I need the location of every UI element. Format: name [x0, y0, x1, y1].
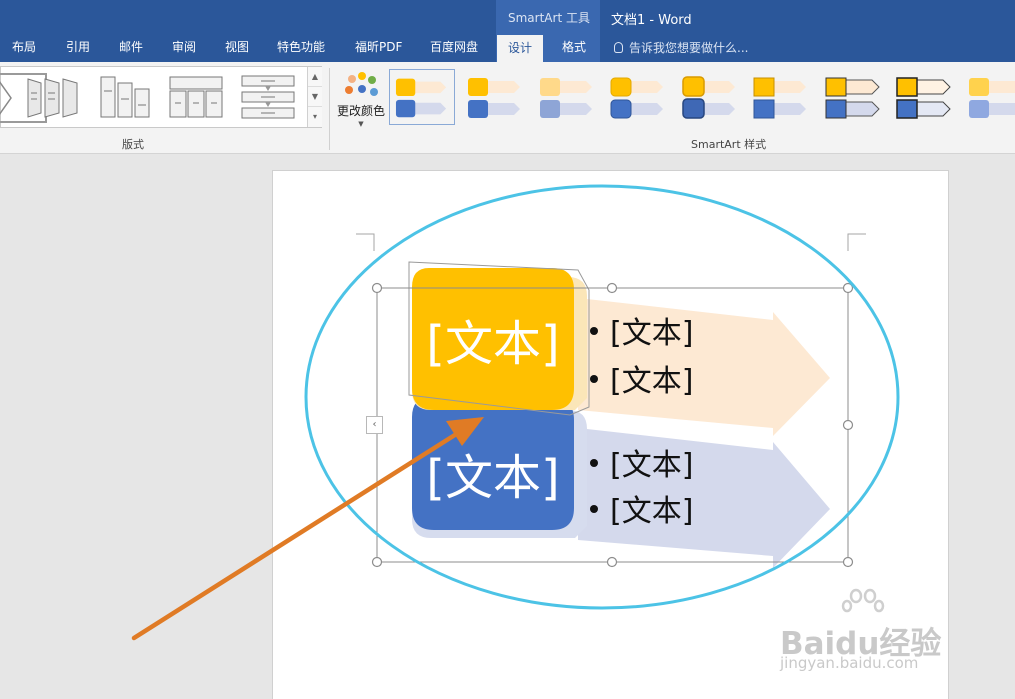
watermark-sub-text: jingyan.baidu.com	[780, 654, 919, 672]
style-thumb-5[interactable]	[677, 69, 743, 125]
layout-thumb-5[interactable]	[239, 73, 297, 123]
tab-baidu-netdisk[interactable]: 百度网盘	[430, 38, 478, 55]
smartart-bullet[interactable]: [文本]	[590, 308, 693, 352]
resize-handle-right[interactable]	[842, 419, 854, 431]
style-thumb-1[interactable]	[389, 69, 455, 125]
color-palette-icon	[341, 70, 381, 100]
resize-handle-top-left[interactable]	[371, 282, 383, 294]
tab-mailings[interactable]: 邮件	[119, 38, 143, 55]
tab-design[interactable]: 设计	[497, 35, 544, 62]
baidu-jingyan-watermark: Baidu经验 jingyan.baidu.com	[780, 588, 1010, 688]
change-colors-label: 更改颜色	[336, 104, 385, 118]
context-group-title: SmartArt 工具	[508, 11, 590, 25]
gallery-scroll-down-icon[interactable]: ▼	[308, 87, 322, 107]
resize-handle-bottom[interactable]	[606, 556, 618, 568]
tab-format[interactable]: 格式	[562, 38, 586, 55]
resize-handle-bottom-left[interactable]	[371, 556, 383, 568]
gallery-scroll-up-icon[interactable]: ▲	[308, 67, 322, 87]
smartart-card-1-text[interactable]: [文本]	[412, 304, 574, 374]
style-thumb-7[interactable]	[820, 69, 886, 125]
resize-handle-top[interactable]	[606, 282, 618, 294]
tab-review[interactable]: 审阅	[172, 38, 196, 55]
layouts-group-label: 版式	[122, 138, 144, 151]
change-colors-button[interactable]: 更改颜色 ▼	[333, 66, 389, 132]
style-thumb-4[interactable]	[605, 69, 671, 125]
style-thumb-8[interactable]	[891, 69, 957, 125]
ribbon: ▲ ▼ ▾ 更改颜色 ▼ 版式 SmartArt 样式	[0, 62, 1015, 154]
tell-me-search[interactable]: 告诉我您想要做什么...	[614, 39, 748, 56]
paw-logo-icon	[841, 588, 885, 613]
bullet-dot-icon	[590, 374, 598, 383]
chevron-left-icon: ‹	[372, 419, 377, 430]
document-title: 文档1 - Word	[611, 13, 692, 28]
layout-thumb-4[interactable]	[167, 73, 225, 123]
style-thumb-9[interactable]	[963, 69, 1015, 125]
style-thumb-3[interactable]	[534, 69, 600, 125]
bullet-dot-icon	[590, 504, 598, 513]
smartart-bullet[interactable]: [文本]	[590, 440, 693, 484]
tab-special-features[interactable]: 特色功能	[277, 38, 325, 55]
smartart-bullet[interactable]: [文本]	[590, 486, 693, 530]
tab-view[interactable]: 视图	[225, 38, 249, 55]
resize-handle-bottom-right[interactable]	[842, 556, 854, 568]
style-thumb-6[interactable]	[748, 69, 814, 125]
layout-gallery-scrollbar[interactable]: ▲ ▼ ▾	[307, 67, 322, 127]
tell-me-text: 告诉我您想要做什么...	[629, 41, 749, 55]
tab-references[interactable]: 引用	[66, 38, 90, 55]
smartart-bullet[interactable]: [文本]	[590, 356, 693, 400]
layout-thumb-2[interactable]	[25, 73, 83, 123]
group-separator	[329, 68, 330, 150]
tab-foxit-pdf[interactable]: 福昕PDF	[355, 38, 402, 55]
tab-layout[interactable]: 布局	[12, 38, 36, 55]
styles-group-label: SmartArt 样式	[691, 138, 767, 151]
style-thumb-2[interactable]	[462, 69, 528, 125]
gallery-more-icon[interactable]: ▾	[308, 107, 322, 127]
bullet-dot-icon	[590, 458, 598, 467]
lightbulb-icon	[614, 42, 623, 53]
chevron-down-icon: ▼	[358, 120, 364, 128]
layout-thumb-3[interactable]	[97, 73, 155, 123]
text-pane-expand-button[interactable]: ‹	[366, 416, 383, 434]
smartart-styles-gallery	[389, 66, 1015, 128]
smartart-card-2-text[interactable]: [文本]	[412, 438, 574, 508]
bullet-dot-icon	[590, 326, 598, 335]
layout-gallery: ▲ ▼ ▾	[0, 66, 322, 128]
